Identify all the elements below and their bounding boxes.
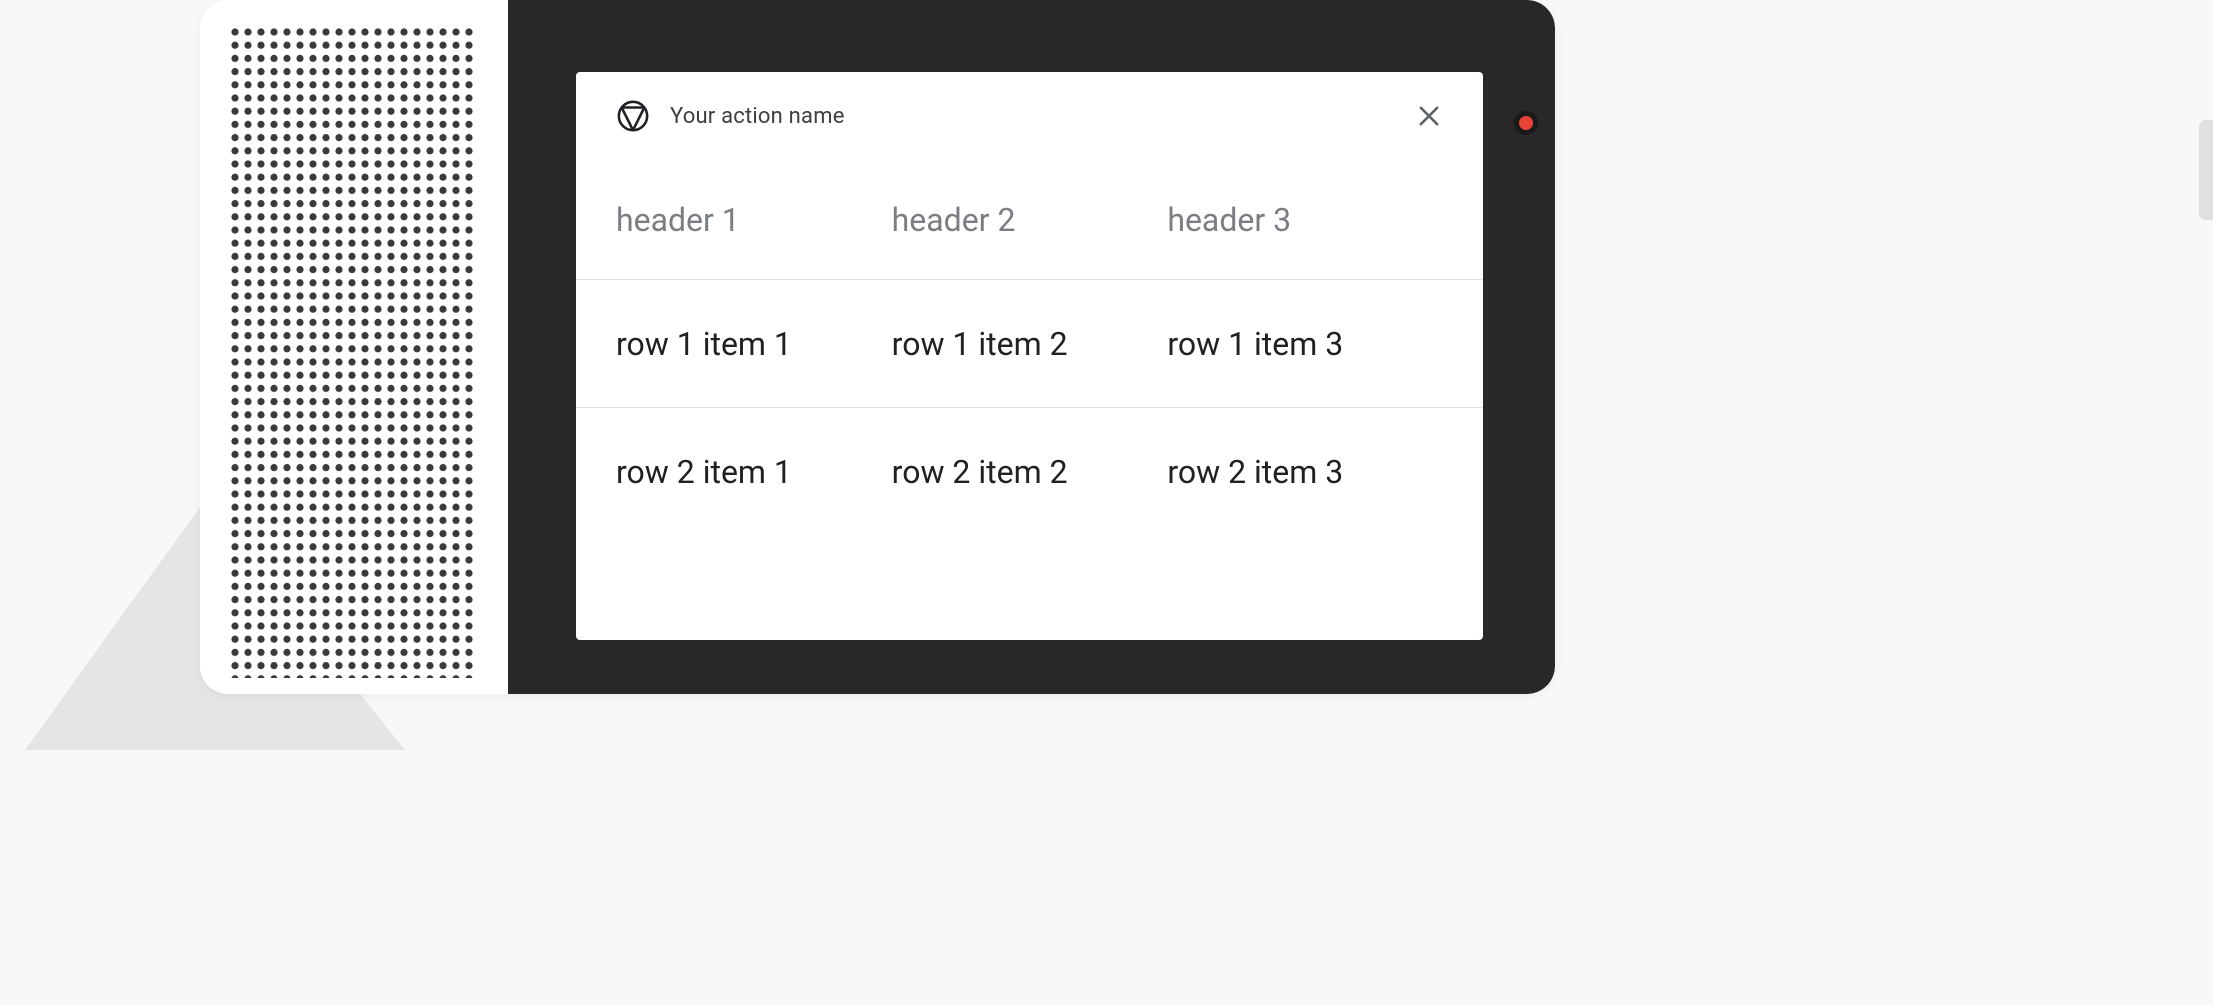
table-cell: row 1 item 2 xyxy=(892,325,1168,363)
table-row: row 1 item 1 row 1 item 2 row 1 item 3 xyxy=(576,280,1483,408)
table-column-header: header 3 xyxy=(1167,201,1443,239)
speaker-dot-grid xyxy=(231,28,477,678)
data-table: header 1 header 2 header 3 row 1 item 1 … xyxy=(576,160,1483,640)
action-logo-icon xyxy=(616,99,650,133)
page-scrollbar[interactable] xyxy=(2199,120,2213,220)
table-column-header: header 2 xyxy=(892,201,1168,239)
device-screen-area: Your action name header 1 header 2 heade… xyxy=(508,0,1555,694)
table-cell: row 2 item 1 xyxy=(616,453,892,491)
table-cell: row 2 item 2 xyxy=(892,453,1168,491)
table-column-header: header 1 xyxy=(616,201,892,239)
card-header: Your action name xyxy=(576,72,1483,160)
table-header-row: header 1 header 2 header 3 xyxy=(576,160,1483,280)
camera-led-indicator xyxy=(1519,116,1533,130)
table-row: row 2 item 1 row 2 item 2 row 2 item 3 xyxy=(576,408,1483,536)
smart-display-device-frame: Your action name header 1 header 2 heade… xyxy=(200,0,1555,694)
table-cell: row 1 item 3 xyxy=(1167,325,1443,363)
device-speaker-panel xyxy=(200,0,508,694)
card-title: Your action name xyxy=(670,104,845,129)
action-card: Your action name header 1 header 2 heade… xyxy=(576,72,1483,640)
table-cell: row 1 item 1 xyxy=(616,325,892,363)
table-cell: row 2 item 3 xyxy=(1167,453,1443,491)
close-icon[interactable] xyxy=(1415,102,1443,130)
